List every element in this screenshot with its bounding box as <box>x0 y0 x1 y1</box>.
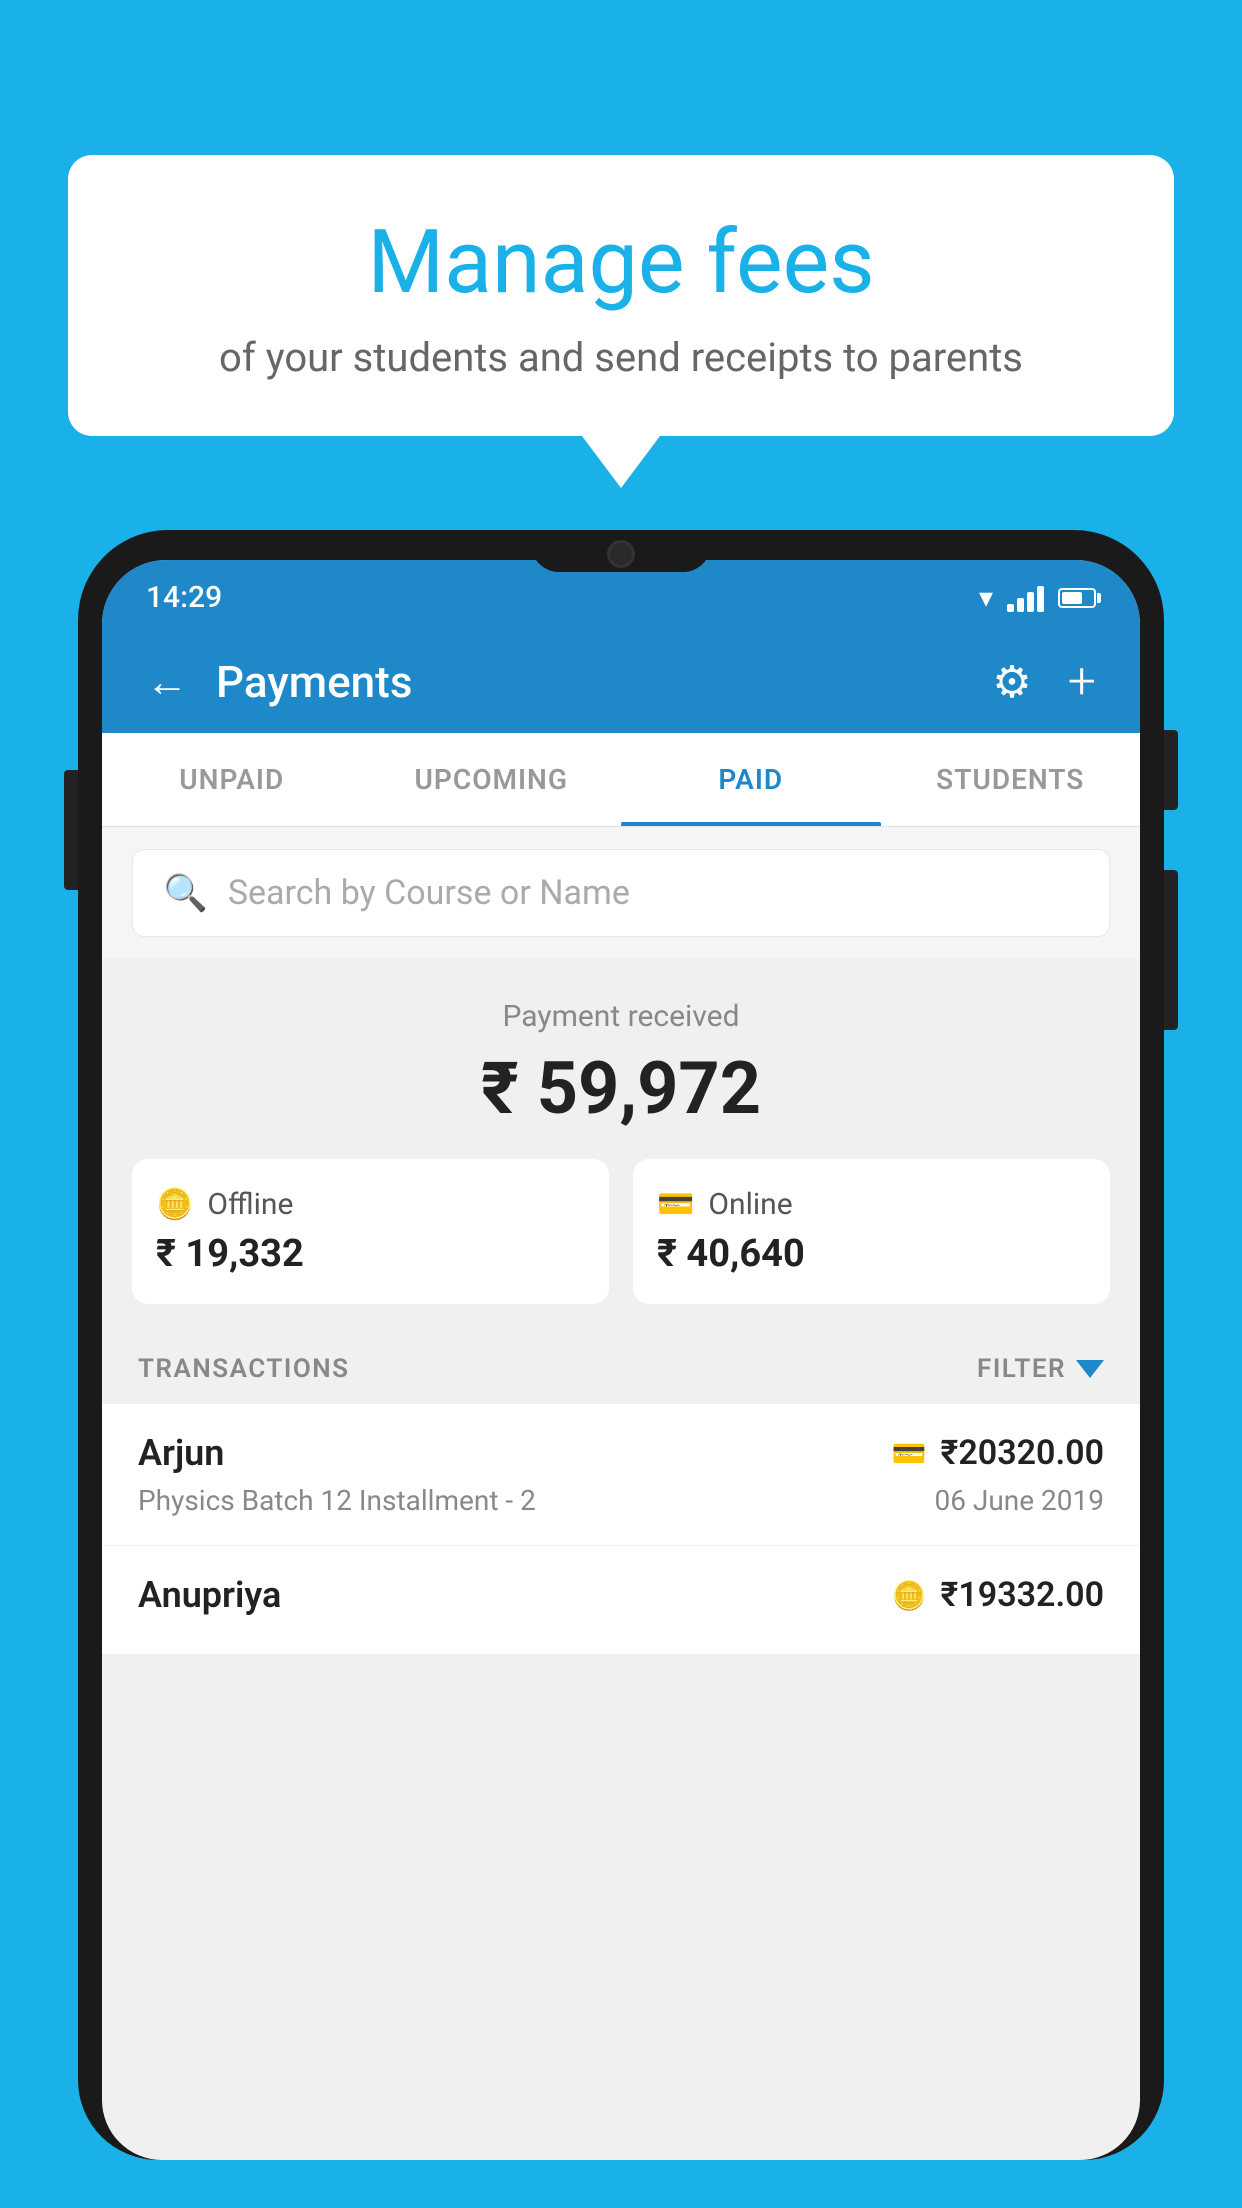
side-button-volume-right <box>1164 870 1178 1030</box>
bubble-subtitle: of your students and send receipts to pa… <box>148 334 1094 381</box>
online-amount: ₹ 40,640 <box>657 1232 1086 1276</box>
speech-bubble: Manage fees of your students and send re… <box>68 155 1174 436</box>
tab-upcoming[interactable]: UPCOMING <box>362 733 622 826</box>
tab-students[interactable]: STUDENTS <box>881 733 1141 826</box>
payment-total-amount: ₹ 59,972 <box>132 1046 1110 1131</box>
phone-notch <box>531 530 711 572</box>
online-label: Online <box>708 1187 792 1222</box>
transaction-row-bottom: Physics Batch 12 Installment - 2 06 June… <box>138 1484 1104 1517</box>
offline-payment-card: 🪙 Offline ₹ 19,332 <box>132 1159 609 1304</box>
offline-label: Offline <box>207 1187 293 1222</box>
search-container: 🔍 Search by Course or Name <box>102 827 1140 959</box>
tab-unpaid[interactable]: UNPAID <box>102 733 362 826</box>
transactions-label: TRANSACTIONS <box>138 1354 350 1384</box>
transactions-header: TRANSACTIONS FILTER <box>102 1334 1140 1404</box>
side-button-power <box>1164 730 1178 810</box>
offline-icon: 🪙 <box>156 1187 193 1222</box>
signal-bars <box>1007 584 1044 612</box>
search-icon: 🔍 <box>163 872 208 914</box>
signal-bar-3 <box>1027 592 1034 612</box>
online-payment-card: 💳 Online ₹ 40,640 <box>633 1159 1110 1304</box>
transaction-row-top: Arjun 💳 ₹20320.00 <box>138 1432 1104 1474</box>
transaction-right: 💳 ₹20320.00 <box>892 1433 1104 1473</box>
signal-bar-4 <box>1037 586 1044 612</box>
filter-label: FILTER <box>977 1354 1066 1384</box>
app-header: ← Payments ⚙ + <box>102 631 1140 733</box>
header-left: ← Payments <box>146 656 412 708</box>
transaction-amount: ₹20320.00 <box>941 1433 1104 1473</box>
online-card-top: 💳 Online <box>657 1187 1086 1222</box>
speech-bubble-container: Manage fees of your students and send re… <box>68 155 1174 436</box>
phone-screen: 14:29 ▾ ← Pa <box>102 560 1140 2160</box>
signal-bar-1 <box>1007 604 1014 612</box>
transaction-course: Physics Batch 12 Installment - 2 <box>138 1484 536 1517</box>
transaction-name: Arjun <box>138 1432 224 1474</box>
back-button[interactable]: ← <box>146 658 188 707</box>
offline-payment-icon: 🪙 <box>892 1579 927 1612</box>
online-payment-icon: 💳 <box>892 1437 927 1470</box>
payment-received-label: Payment received <box>132 999 1110 1034</box>
search-box[interactable]: 🔍 Search by Course or Name <box>132 849 1110 937</box>
settings-icon[interactable]: ⚙ <box>992 656 1031 708</box>
tab-paid[interactable]: PAID <box>621 733 881 826</box>
transaction-right: 🪙 ₹19332.00 <box>892 1575 1104 1615</box>
transaction-date: 06 June 2019 <box>934 1484 1104 1517</box>
filter-icon <box>1076 1360 1104 1378</box>
transaction-name: Anupriya <box>138 1574 281 1616</box>
add-button[interactable]: + <box>1068 653 1096 711</box>
status-time: 14:29 <box>146 580 222 615</box>
transaction-row-top: Anupriya 🪙 ₹19332.00 <box>138 1574 1104 1616</box>
table-row[interactable]: Anupriya 🪙 ₹19332.00 <box>102 1546 1140 1655</box>
signal-bar-2 <box>1017 598 1024 612</box>
battery-icon <box>1058 588 1096 608</box>
offline-card-top: 🪙 Offline <box>156 1187 585 1222</box>
phone-wrapper: 14:29 ▾ ← Pa <box>78 530 1164 2208</box>
side-button-volume <box>64 770 78 890</box>
wifi-icon: ▾ <box>979 581 993 614</box>
phone-camera <box>607 540 635 568</box>
header-right: ⚙ + <box>992 653 1096 711</box>
phone-outer: 14:29 ▾ ← Pa <box>78 530 1164 2160</box>
offline-amount: ₹ 19,332 <box>156 1232 585 1276</box>
payment-summary: Payment received ₹ 59,972 🪙 Offline ₹ 19… <box>102 959 1140 1334</box>
status-icons: ▾ <box>979 581 1096 614</box>
page-title: Payments <box>216 656 412 708</box>
tabs-container: UNPAID UPCOMING PAID STUDENTS <box>102 733 1140 827</box>
bubble-title: Manage fees <box>148 215 1094 312</box>
online-icon: 💳 <box>657 1187 694 1222</box>
payment-cards: 🪙 Offline ₹ 19,332 💳 Online ₹ 40,640 <box>132 1159 1110 1304</box>
search-input[interactable]: Search by Course or Name <box>228 873 630 913</box>
transaction-amount: ₹19332.00 <box>941 1575 1104 1615</box>
table-row[interactable]: Arjun 💳 ₹20320.00 Physics Batch 12 Insta… <box>102 1404 1140 1546</box>
battery-fill <box>1062 592 1082 604</box>
filter-button[interactable]: FILTER <box>977 1354 1104 1384</box>
